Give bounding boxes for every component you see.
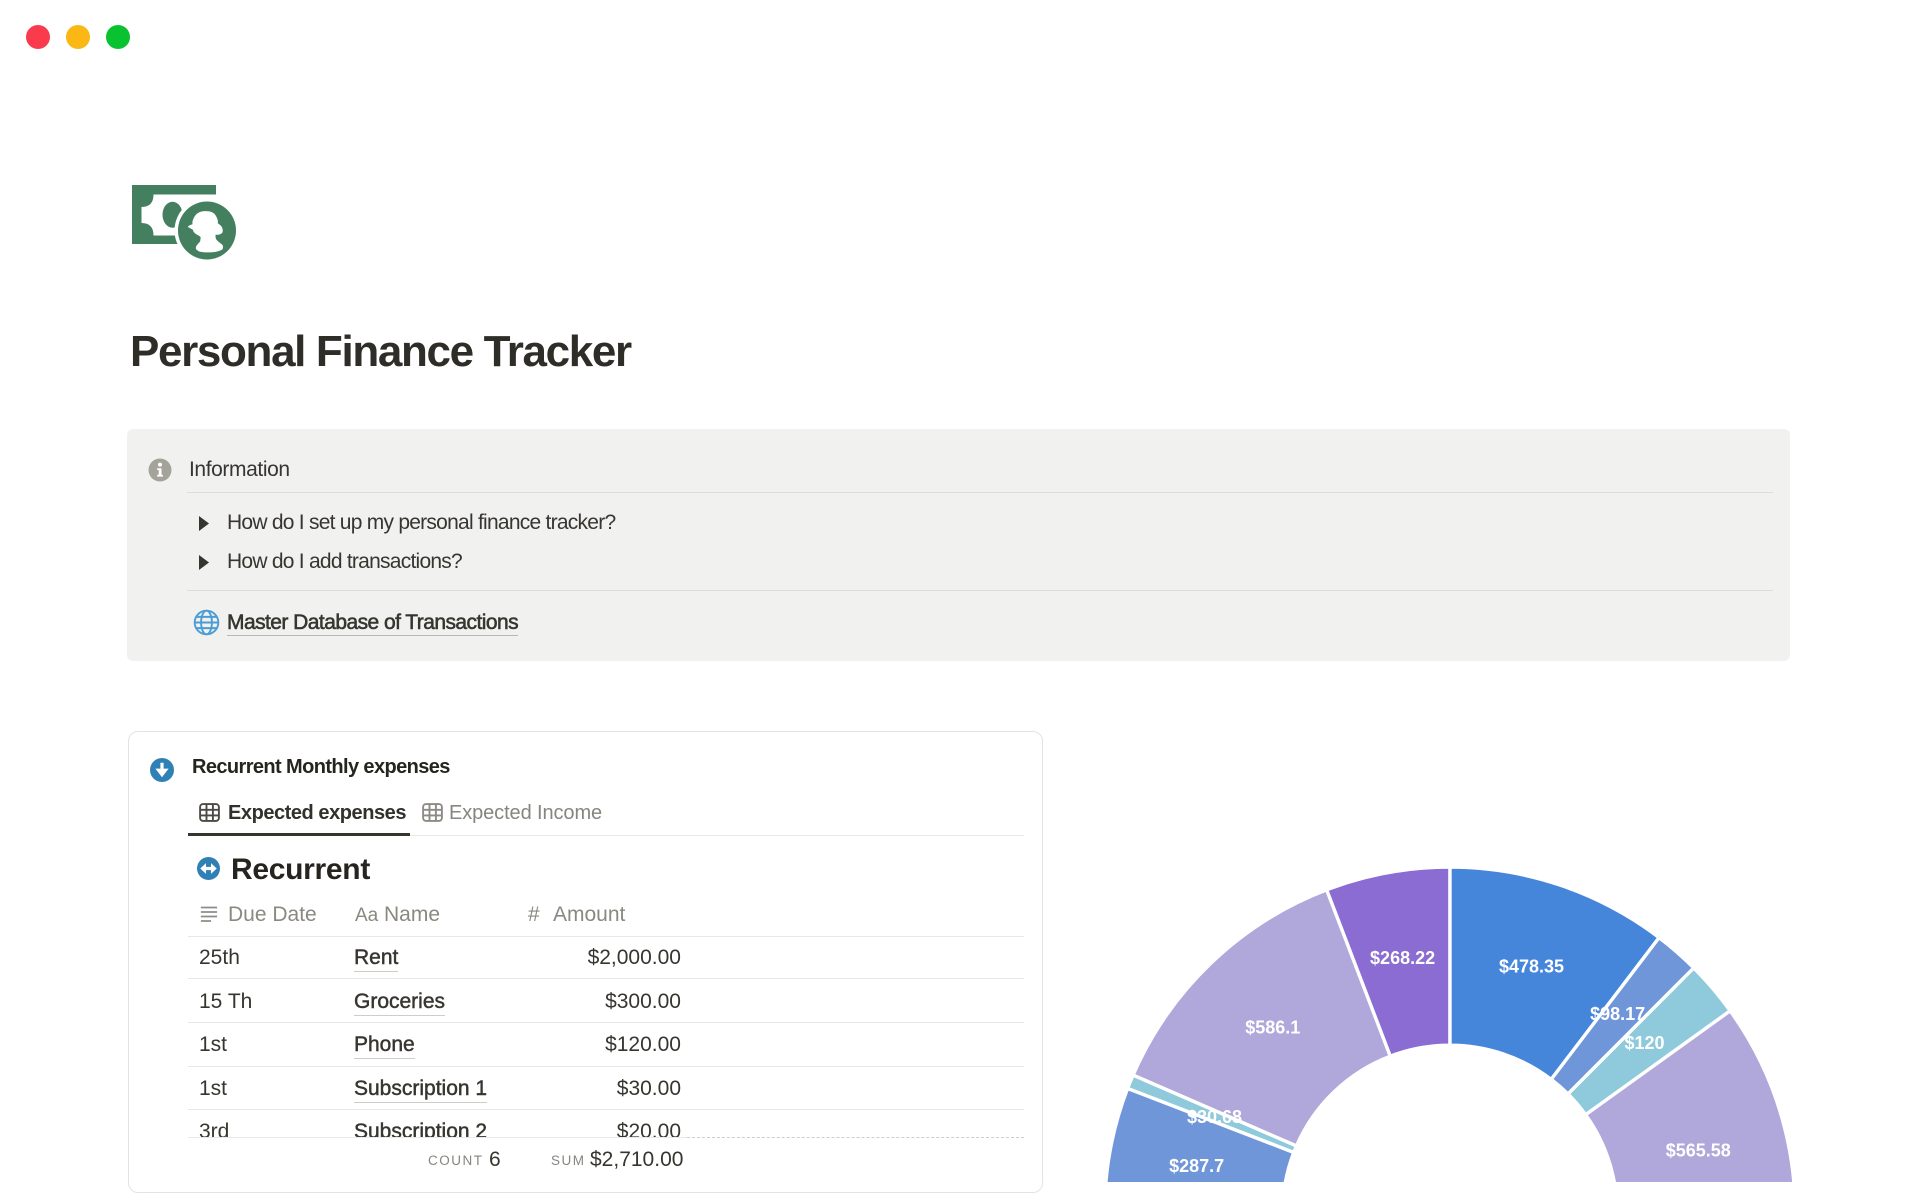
svg-text:$586.1: $586.1	[1245, 1017, 1300, 1037]
svg-text:$98.17: $98.17	[1590, 1004, 1645, 1024]
svg-text:$30.68: $30.68	[1187, 1107, 1242, 1127]
svg-text:$478.35: $478.35	[1499, 957, 1564, 977]
svg-text:$565.58: $565.58	[1666, 1141, 1731, 1161]
svg-text:$287.7: $287.7	[1169, 1156, 1224, 1176]
svg-text:$268.22: $268.22	[1370, 948, 1435, 968]
svg-text:$120: $120	[1624, 1033, 1664, 1053]
